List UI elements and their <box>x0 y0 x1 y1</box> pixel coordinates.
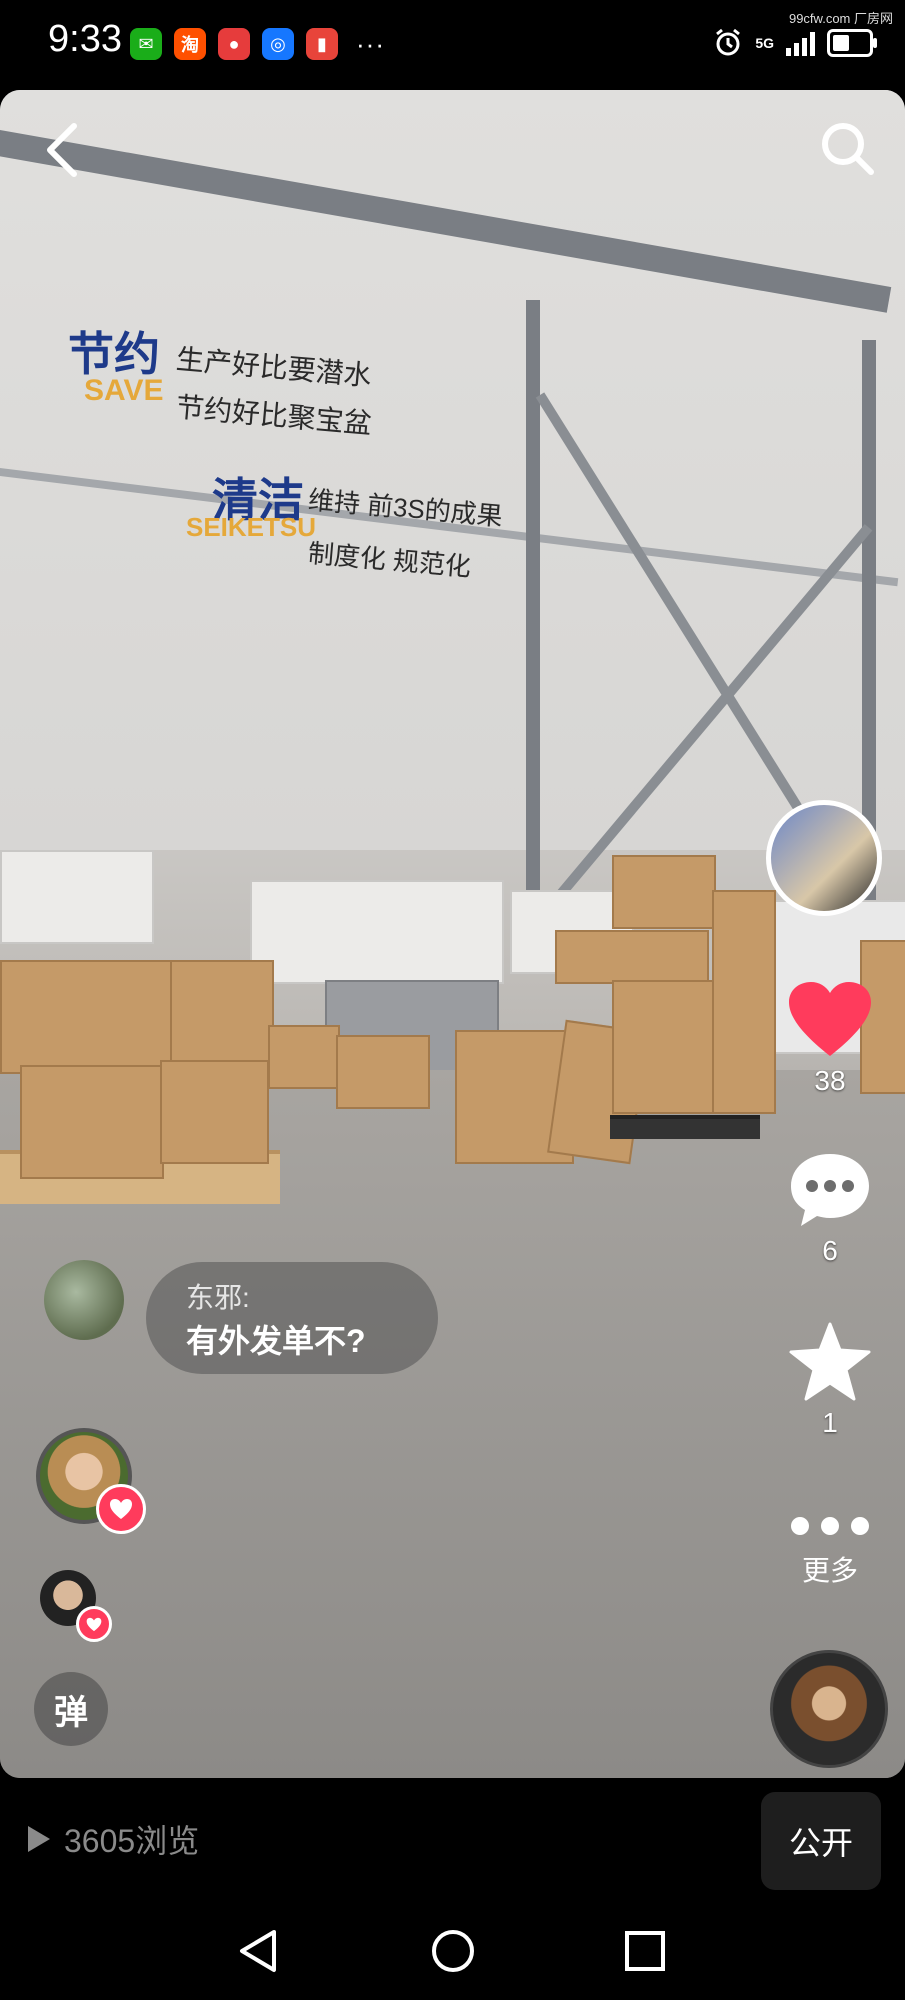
app-blue-icon: ◎ <box>262 28 294 60</box>
comment-icon <box>791 1154 869 1226</box>
more-notifications-icon: ··· <box>356 28 385 59</box>
star-icon <box>789 1322 871 1401</box>
danmu-label: 弹 <box>54 1693 88 1732</box>
network-type: 5G <box>755 35 774 51</box>
carton-box <box>612 980 716 1114</box>
like-button[interactable]: 38 <box>770 980 890 1097</box>
heart-badge-icon <box>76 1606 112 1642</box>
info-bar: 3605浏览 公开 <box>0 1778 905 1900</box>
injection-machine <box>0 850 154 944</box>
notification-icons: ✉ 淘 ● ◎ ▮ ··· <box>130 28 385 60</box>
alarm-icon <box>716 28 741 56</box>
slogan-save-en: SAVE <box>84 374 164 407</box>
status-bar: 9:33 ✉ 淘 ● ◎ ▮ ··· 99cfw.com 厂房网 5G <box>0 0 905 90</box>
favorite-count: 1 <box>822 1407 838 1438</box>
injection-machine <box>250 880 504 984</box>
system-nav-bar <box>0 1900 905 2000</box>
search-icon[interactable] <box>817 118 877 178</box>
author-avatar[interactable] <box>766 800 882 916</box>
more-dots-icon <box>791 1517 869 1535</box>
heart-badge-icon <box>96 1484 146 1534</box>
status-indicators: 5G <box>713 28 877 58</box>
comment-button[interactable]: 6 <box>770 1150 890 1267</box>
comment-bubble[interactable]: 东邪: 有外发单不? <box>146 1262 438 1374</box>
status-time: 9:33 <box>48 18 122 60</box>
nav-back-icon[interactable] <box>236 1928 282 1974</box>
pallet <box>610 1115 760 1139</box>
commenter-avatar[interactable] <box>44 1260 124 1340</box>
play-icon <box>28 1826 50 1852</box>
more-label: 更多 <box>801 1555 858 1586</box>
taobao-icon: 淘 <box>174 28 206 60</box>
slogan-clean-en: SEIKETSU <box>186 512 317 542</box>
visibility-button[interactable]: 公开 <box>761 1792 881 1890</box>
battery-icon <box>827 29 877 57</box>
factory-wall <box>0 90 905 850</box>
carton-box <box>170 960 274 1064</box>
carton-box <box>612 855 716 929</box>
like-count: 38 <box>814 1065 846 1096</box>
watermark: 99cfw.com 厂房网 <box>788 11 893 26</box>
book-icon: ▮ <box>306 28 338 60</box>
heart-icon <box>789 982 871 1056</box>
nav-home-icon[interactable] <box>430 1928 476 1974</box>
carton-box <box>0 960 172 1074</box>
carton-box <box>555 930 709 984</box>
carton-box <box>336 1035 430 1109</box>
wechat-icon: ✉ <box>130 28 162 60</box>
comment-username: 东邪: <box>186 1282 250 1313</box>
nav-recents-icon[interactable] <box>622 1928 668 1974</box>
danmu-toggle-button[interactable]: 弹 <box>34 1672 108 1746</box>
app-red-icon: ● <box>218 28 250 60</box>
comment-text: 有外发单不? <box>186 1323 366 1359</box>
carton-box <box>160 1060 269 1164</box>
music-disc[interactable] <box>770 1650 888 1768</box>
visibility-label: 公开 <box>788 1825 853 1861</box>
signal-icon <box>786 30 815 56</box>
back-arrow-icon[interactable] <box>42 120 82 180</box>
view-count: 3605浏览 <box>24 1816 199 1862</box>
comment-count: 6 <box>822 1235 838 1266</box>
favorite-button[interactable]: 1 <box>770 1322 890 1439</box>
carton-box <box>268 1025 340 1089</box>
carton-box <box>20 1065 164 1179</box>
view-count-label: 3605浏览 <box>64 1823 200 1859</box>
carton-box <box>712 890 776 1114</box>
more-button[interactable]: 更多 <box>770 1508 890 1589</box>
